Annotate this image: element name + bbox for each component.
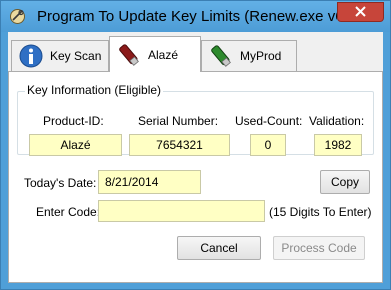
tab-alaze-label: Alazé	[148, 47, 179, 62]
tab-alaze[interactable]: Alazé	[109, 36, 201, 72]
validation-label: Validation:	[309, 114, 365, 128]
usb-key-red-icon	[119, 43, 139, 66]
app-window: Program To Update Key Limits (Renew.exe …	[0, 0, 391, 290]
title-bar[interactable]: Program To Update Key Limits (Renew.exe …	[1, 1, 390, 32]
todays-date-field[interactable]: 8/21/2014	[98, 170, 201, 194]
close-icon	[355, 6, 366, 17]
todays-date-label: Today's Date:	[24, 176, 97, 190]
usb-key-green-icon	[211, 45, 231, 67]
window-title: Program To Update Key Limits (Renew.exe …	[37, 8, 337, 25]
info-icon	[19, 44, 43, 68]
tab-myprod[interactable]: MyProd	[201, 40, 297, 71]
copy-button[interactable]: Copy	[320, 170, 370, 194]
tab-panel-alaze: Key Information (Eligible) Product-ID: S…	[8, 71, 383, 283]
tab-myprod-label: MyProd	[240, 49, 282, 63]
product-id-label: Product-ID:	[43, 114, 104, 128]
serial-number-label: Serial Number:	[138, 114, 219, 128]
used-count-label: Used-Count:	[235, 114, 303, 128]
cancel-button[interactable]: Cancel	[177, 236, 261, 260]
key-information-title: Key Information (Eligible)	[25, 83, 164, 97]
used-count-field[interactable]: 0	[250, 134, 286, 156]
app-icon	[10, 9, 25, 24]
tab-key-scan[interactable]: Key Scan	[11, 40, 109, 71]
validation-field[interactable]: 1982	[314, 134, 362, 156]
client-area: Key Scan Alazé MyProd Key Information (E…	[8, 32, 383, 283]
process-code-button[interactable]: Process Code	[273, 236, 365, 260]
code-hint: (15 Digits To Enter)	[269, 205, 372, 219]
product-id-field[interactable]: Alazé	[29, 134, 122, 156]
close-button[interactable]	[337, 2, 384, 22]
serial-number-field[interactable]: 7654321	[129, 134, 230, 156]
enter-code-input[interactable]	[98, 200, 265, 222]
enter-code-label: Enter Code:	[36, 205, 101, 219]
tab-key-scan-label: Key Scan	[50, 49, 102, 63]
